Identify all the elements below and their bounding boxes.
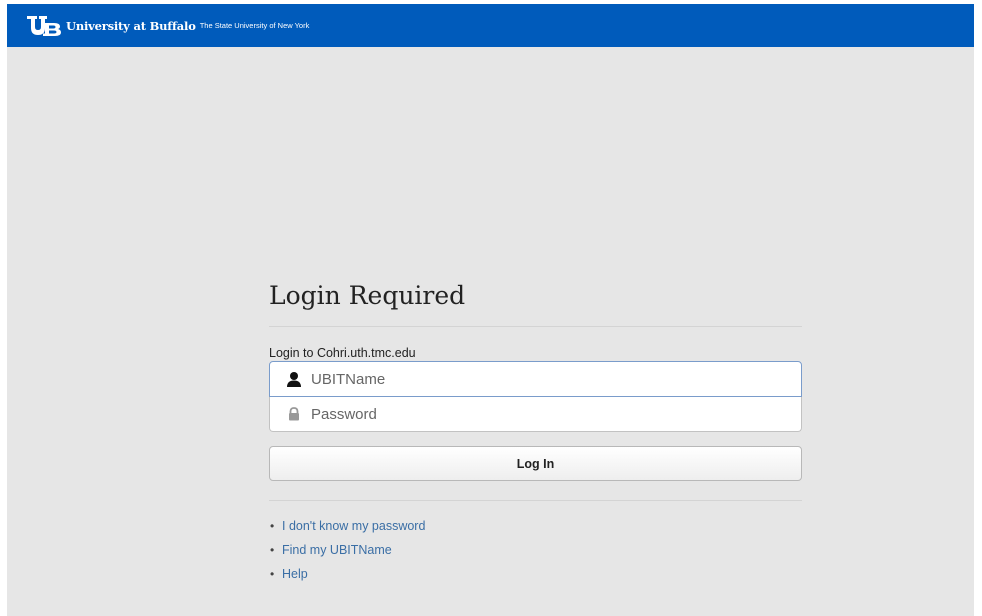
username-input[interactable]	[311, 370, 771, 388]
login-panel: Login Required Login to Cohri.uth.tmc.ed…	[269, 275, 802, 590]
divider	[269, 500, 802, 501]
forgot-password-link[interactable]: I don't know my password	[282, 518, 425, 534]
credentials-group	[269, 361, 802, 432]
login-subtitle: Login to Cohri.uth.tmc.edu	[269, 346, 416, 360]
brand-tagline: The State University of New York	[199, 21, 310, 30]
bullet-icon: •	[270, 519, 275, 533]
site-header: University at Buffalo The State Universi…	[7, 4, 974, 47]
page: University at Buffalo The State Universi…	[0, 0, 982, 616]
list-item: • I don't know my password	[269, 518, 802, 542]
lock-icon	[286, 406, 302, 422]
page-title: Login Required	[269, 281, 466, 310]
list-item: • Help	[269, 566, 802, 590]
bullet-icon: •	[270, 567, 275, 581]
help-links: • I don't know my password • Find my UBI…	[269, 518, 802, 590]
brand-name: University at Buffalo	[66, 18, 196, 33]
ub-logo[interactable]: University at Buffalo The State Universi…	[26, 4, 309, 47]
password-field[interactable]	[269, 397, 802, 432]
password-input[interactable]	[311, 405, 771, 423]
find-ubitname-link[interactable]: Find my UBITName	[282, 542, 392, 558]
ub-logo-icon	[27, 15, 61, 36]
help-link[interactable]: Help	[282, 566, 308, 582]
login-button[interactable]: Log In	[269, 446, 802, 481]
user-icon	[286, 371, 302, 387]
list-item: • Find my UBITName	[269, 542, 802, 566]
username-field[interactable]	[269, 361, 802, 397]
bullet-icon: •	[270, 543, 275, 557]
divider	[269, 326, 802, 327]
main-content: Login Required Login to Cohri.uth.tmc.ed…	[7, 47, 974, 616]
